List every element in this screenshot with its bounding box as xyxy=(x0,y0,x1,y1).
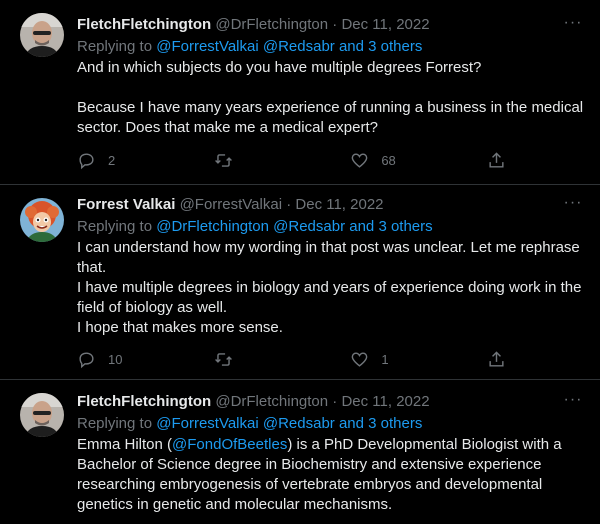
separator-dot: · xyxy=(332,16,338,33)
like-button[interactable]: 1 xyxy=(350,350,440,369)
like-count: 68 xyxy=(381,152,396,168)
share-icon xyxy=(489,151,504,168)
tweet-paragraph: I have multiple degrees in biology and y… xyxy=(77,279,582,316)
reply-icon xyxy=(79,351,94,368)
display-name[interactable]: FletchFletchington xyxy=(77,393,211,410)
separator-dot: · xyxy=(332,393,338,410)
tweet[interactable]: Forrest Valkai @ForrestValkai · Dec 11, … xyxy=(0,185,600,380)
tweet[interactable]: FletchFletchington @DrFletchington · Dec… xyxy=(0,0,600,185)
reply-button[interactable]: 2 xyxy=(77,151,167,170)
tweet-paragraph: And in which subjects do you have multip… xyxy=(77,59,482,76)
mention-link[interactable]: @FondOfBeetles xyxy=(172,436,287,453)
tweet-text: Emma Hilton (@FondOfBeetles) is a PhD De… xyxy=(77,435,584,515)
tweet-actions: 10 1 xyxy=(77,348,507,370)
display-name[interactable]: Forrest Valkai xyxy=(77,196,175,213)
replying-to-label: Replying to xyxy=(77,415,153,432)
like-button[interactable]: 68 xyxy=(350,151,440,170)
tweet-paragraph: I hope that makes more sense. xyxy=(77,319,283,336)
replying-to: Replying to @ForrestValkai @Redsabr and … xyxy=(77,413,584,435)
retweet-icon xyxy=(214,153,232,167)
tweet-date[interactable]: Dec 11, 2022 xyxy=(341,16,429,33)
share-button[interactable] xyxy=(487,350,507,369)
retweet-icon xyxy=(214,352,232,366)
more-icon[interactable]: ··· xyxy=(562,391,584,413)
tweet-text: I can understand how my wording in that … xyxy=(77,238,584,338)
user-handle[interactable]: @DrFletchington xyxy=(215,393,328,410)
tweet-actions: 2 68 xyxy=(77,149,507,171)
tweet-paragraph: Because I have many years experience of … xyxy=(77,99,584,136)
tweet-date[interactable]: Dec 11, 2022 xyxy=(295,196,383,213)
retweet-button[interactable] xyxy=(214,151,304,170)
reply-button[interactable]: 10 xyxy=(77,350,167,369)
display-name[interactable]: FletchFletchington xyxy=(77,16,211,33)
tweet-header: FletchFletchington @DrFletchington · Dec… xyxy=(77,391,584,413)
tweet[interactable]: FletchFletchington @DrFletchington · Dec… xyxy=(0,380,600,524)
like-icon xyxy=(351,152,368,168)
like-count: 1 xyxy=(381,351,389,367)
replying-to-users[interactable]: @ForrestValkai @Redsabr and 3 others xyxy=(156,38,422,55)
replying-to-label: Replying to xyxy=(77,38,153,55)
user-handle[interactable]: @ForrestValkai xyxy=(180,196,282,213)
reply-icon xyxy=(79,152,94,169)
avatar[interactable] xyxy=(20,393,64,437)
replying-to: Replying to @ForrestValkai @Redsabr and … xyxy=(77,36,584,58)
replying-to-users[interactable]: @DrFletchington @Redsabr and 3 others xyxy=(156,218,432,235)
tweet-date[interactable]: Dec 11, 2022 xyxy=(341,393,429,410)
user-handle[interactable]: @DrFletchington xyxy=(215,16,328,33)
reply-count: 2 xyxy=(108,152,116,168)
tweet-paragraph: I can understand how my wording in that … xyxy=(77,239,580,276)
more-icon[interactable]: ··· xyxy=(562,14,584,36)
tweet-paragraph: Emma Hilton (@FondOfBeetles) is a PhD De… xyxy=(77,435,584,515)
tweet-header: Forrest Valkai @ForrestValkai · Dec 11, … xyxy=(77,194,584,216)
replying-to-users[interactable]: @ForrestValkai @Redsabr and 3 others xyxy=(156,415,422,432)
share-button[interactable] xyxy=(487,151,507,170)
retweet-button[interactable] xyxy=(214,350,304,369)
avatar-bald-man-icon xyxy=(20,13,64,57)
tweet-text: And in which subjects do you have multip… xyxy=(77,58,584,138)
tweet-header: FletchFletchington @DrFletchington · Dec… xyxy=(77,14,584,36)
avatar[interactable] xyxy=(20,198,64,242)
replying-to: Replying to @DrFletchington @Redsabr and… xyxy=(77,216,584,238)
avatar[interactable] xyxy=(20,13,64,57)
avatar-bald-man-icon xyxy=(20,393,64,437)
like-icon xyxy=(351,351,368,367)
avatar-cartoon-redhead-icon xyxy=(20,198,64,242)
more-icon[interactable]: ··· xyxy=(562,194,584,216)
reply-count: 10 xyxy=(108,351,123,367)
share-icon xyxy=(489,350,504,367)
replying-to-label: Replying to xyxy=(77,218,153,235)
tweet-text-start: Emma Hilton ( xyxy=(77,436,173,453)
separator-dot: · xyxy=(286,196,292,213)
